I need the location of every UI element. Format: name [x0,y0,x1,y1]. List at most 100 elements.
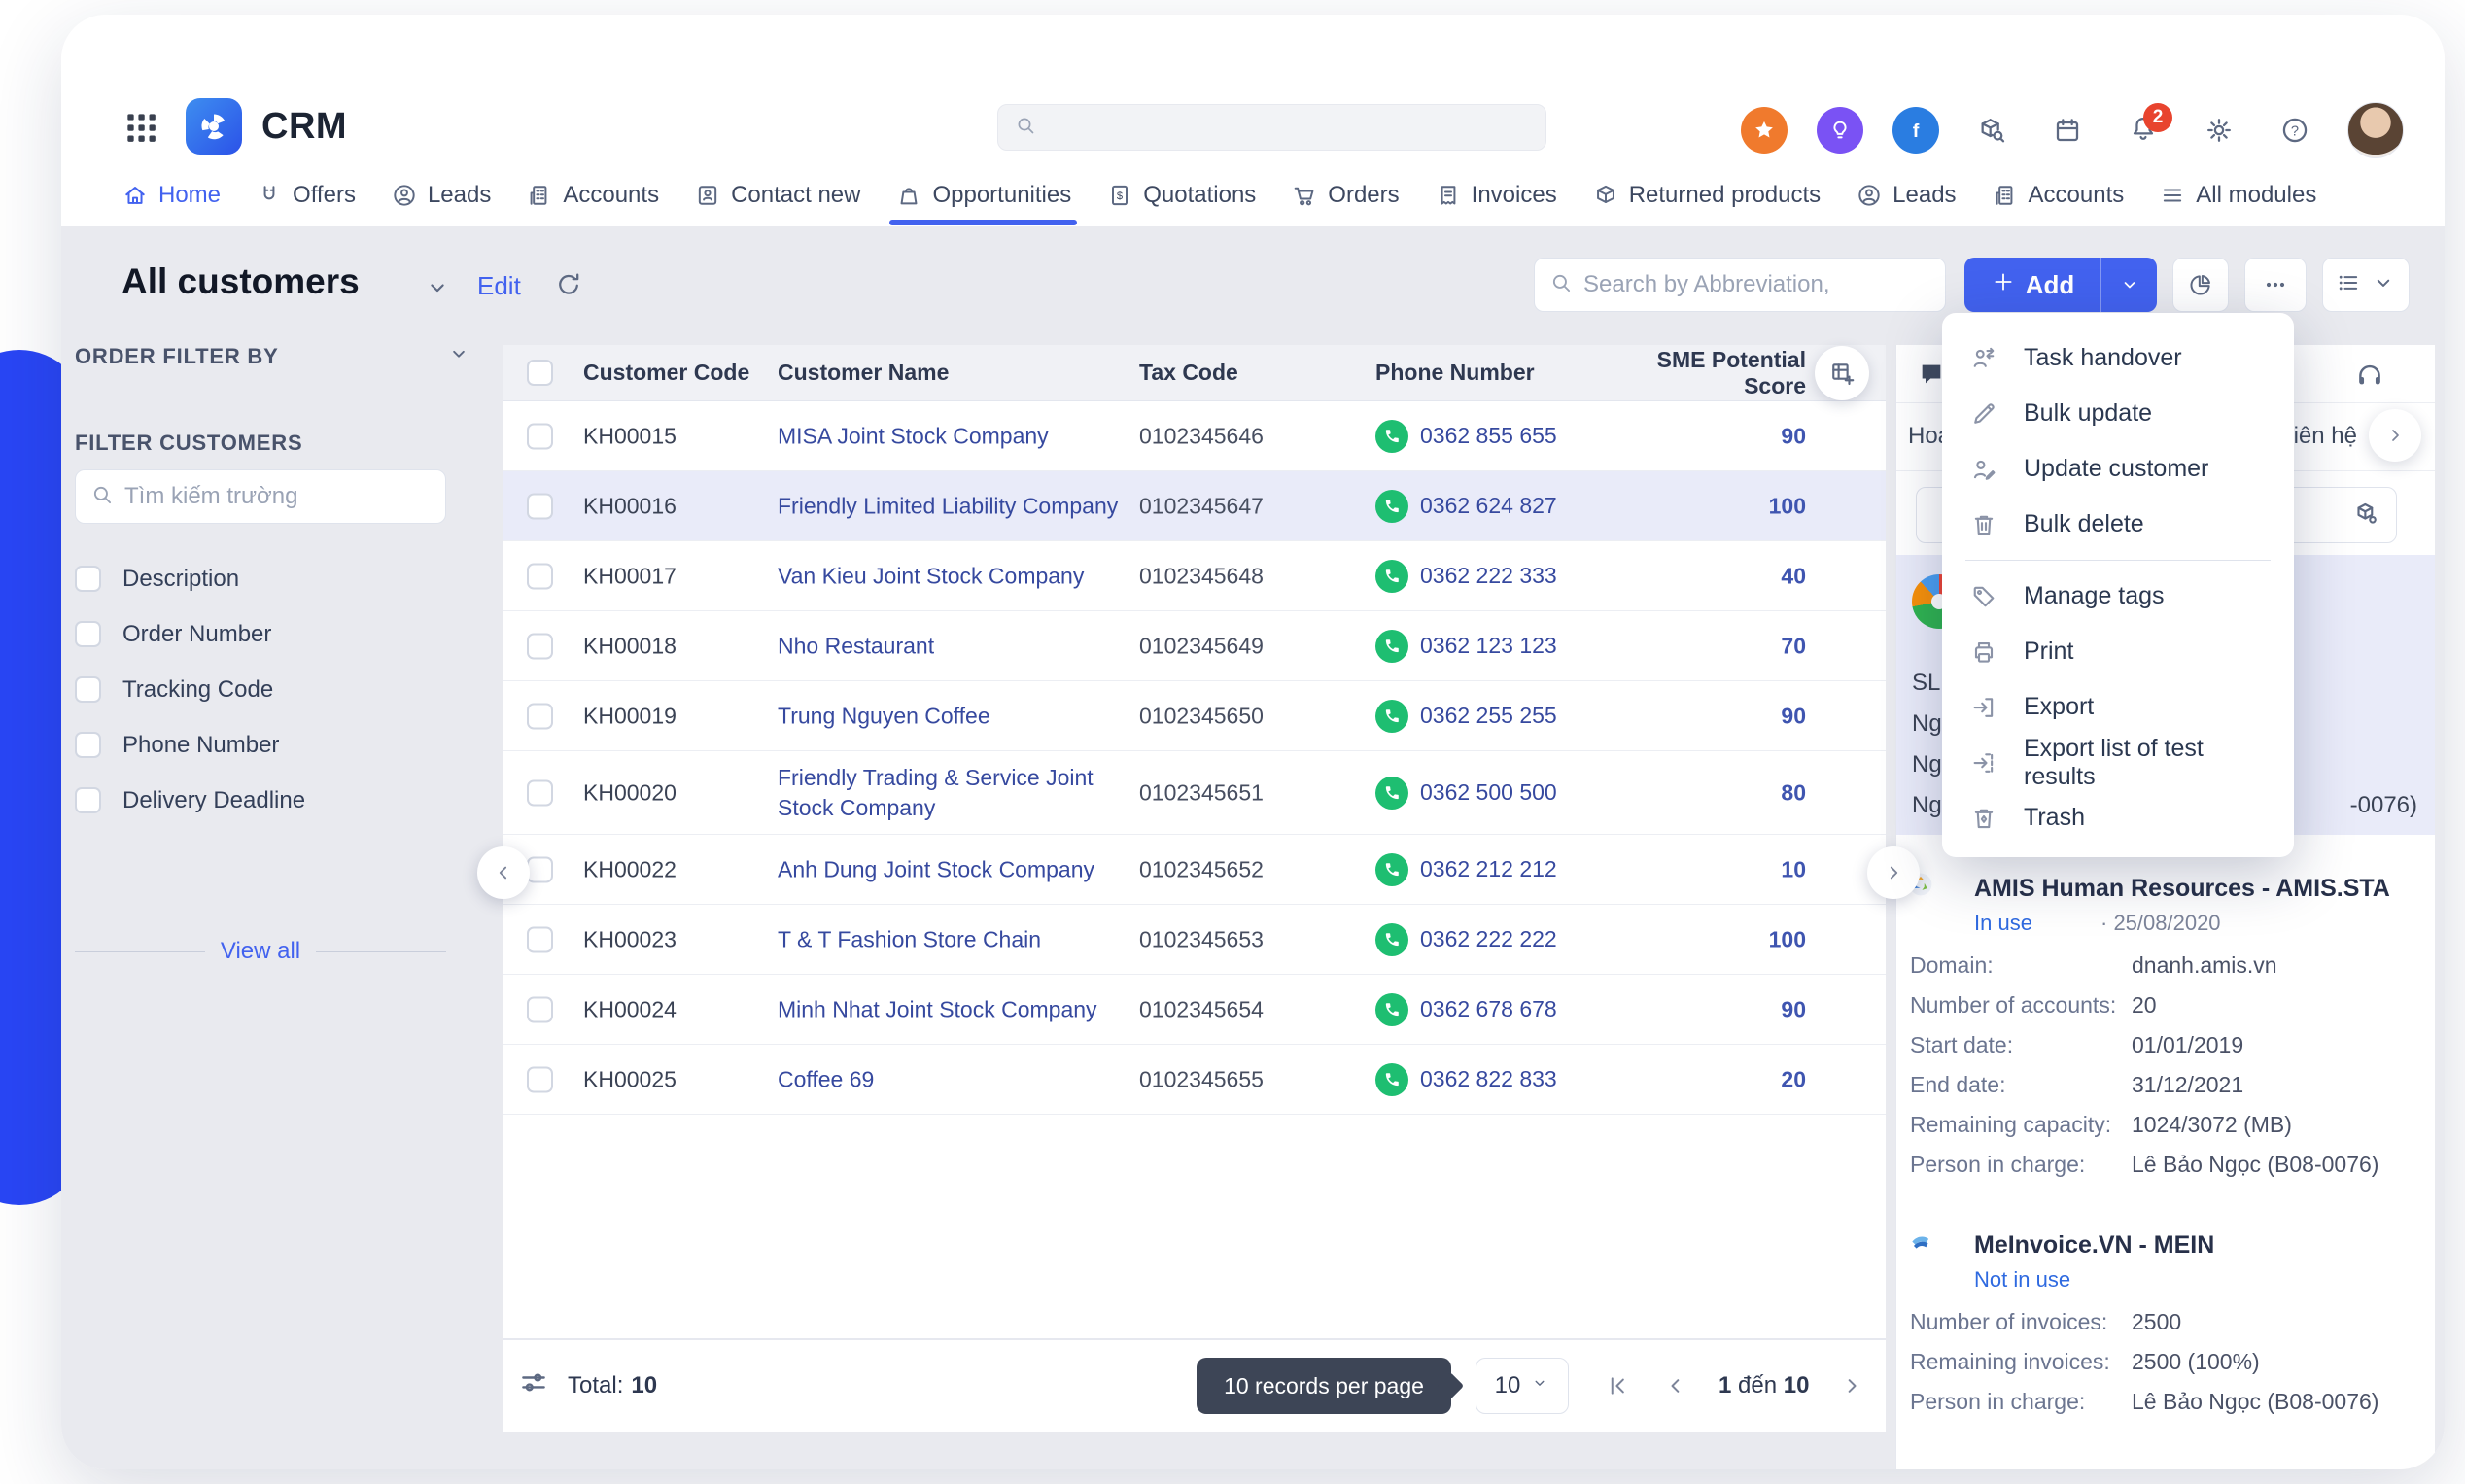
global-search-input[interactable] [997,104,1546,151]
app-status-link[interactable]: Not in use [1974,1267,2070,1293]
cell-customer-name-link[interactable]: Coffee 69 [778,1064,1124,1094]
cell-phone[interactable]: 0362 123 123 [1375,629,1557,663]
menu-item-export-list-of-test-results[interactable]: Export list of test results [1942,735,2294,790]
app-status-link[interactable]: In use [1974,911,2032,936]
report-button[interactable] [2172,258,2229,312]
cell-phone[interactable]: 0362 255 255 [1375,699,1557,733]
table-row-KH00016[interactable]: KH00016 Friendly Limited Liability Compan… [503,471,1886,541]
menu-item-export[interactable]: Export [1942,679,2294,735]
settings-button[interactable] [2196,107,2242,154]
nav-item-opportunities[interactable]: Opportunities [889,165,1077,225]
menu-item-task-handover[interactable]: Task handover [1942,330,2294,386]
view-all-link[interactable]: View all [221,938,300,965]
row-checkbox[interactable] [527,779,553,806]
filter-item-delivery-deadline[interactable]: Delivery Deadline [75,773,471,828]
row-checkbox[interactable] [527,633,553,659]
nav-item-accounts[interactable]: Accounts [526,165,659,225]
nav-item-returned-products[interactable]: Returned products [1592,165,1821,225]
edit-view-link[interactable]: Edit [477,271,521,301]
table-row-KH00018[interactable]: KH00018 Nho Restaurant 0102345649 0362 123 … [503,611,1886,681]
first-page-button[interactable] [1592,1361,1643,1411]
next-page-button[interactable] [1826,1361,1877,1411]
table-row-KH00015[interactable]: KH00015 MISA Joint Stock Company 010234564… [503,401,1886,471]
field-search-input[interactable]: Tìm kiếm trường [75,469,446,524]
col-customer-name[interactable]: Customer Name [778,360,949,386]
cell-phone[interactable]: 0362 624 827 [1375,489,1557,523]
nav-item-home[interactable]: Home [122,165,221,225]
filter-item-phone-number[interactable]: Phone Number [75,717,471,773]
list-search-input[interactable]: Search by Abbreviation, [1534,258,1946,312]
cell-phone[interactable]: 0362 222 333 [1375,559,1557,593]
table-row-KH00017[interactable]: KH00017 Van Kieu Joint Stock Company 01023… [503,541,1886,611]
nav-item-contact-new[interactable]: Contact new [694,165,860,225]
nav-item-all-modules[interactable]: All modules [2159,165,2316,225]
call-button[interactable] [1375,559,1408,593]
nav-item-orders[interactable]: Orders [1291,165,1400,225]
cell-customer-name-link[interactable]: Minh Nhat Joint Stock Company [778,994,1124,1024]
col-tax-code[interactable]: Tax Code [1139,360,1238,386]
cell-phone[interactable]: 0362 222 222 [1375,922,1557,956]
nav-item-accounts[interactable]: Accounts [1992,165,2124,225]
col-sme-score[interactable]: SME Potential Score [1602,347,1806,399]
row-checkbox[interactable] [527,856,553,882]
nav-item-invoices[interactable]: Invoices [1435,165,1557,225]
nav-item-leads[interactable]: Leads [391,165,491,225]
cell-customer-name-link[interactable]: Van Kieu Joint Stock Company [778,561,1124,591]
table-row-KH00023[interactable]: KH00023 T & T Fashion Store Chain 01023456… [503,905,1886,975]
notifications-button[interactable]: 2 [2120,103,2172,154]
cell-phone[interactable]: 0362 212 212 [1375,852,1557,886]
ideas-button[interactable] [1817,107,1863,154]
row-checkbox[interactable] [527,423,553,449]
more-actions-button[interactable] [2244,258,2307,312]
call-button[interactable] [1375,699,1408,733]
table-row-KH00019[interactable]: KH00019 Trung Nguyen Coffee 0102345650 0362… [503,681,1886,751]
filter-item-tracking-code[interactable]: Tracking Code [75,662,471,717]
add-column-button[interactable] [1815,346,1869,400]
prev-page-button[interactable] [1650,1361,1701,1411]
row-checkbox[interactable] [527,493,553,519]
cell-customer-name-link[interactable]: T & T Fashion Store Chain [778,924,1124,954]
col-phone-number[interactable]: Phone Number [1375,360,1535,386]
favorites-button[interactable] [1741,107,1788,154]
call-button[interactable] [1375,922,1408,956]
cell-customer-name-link[interactable]: Nho Restaurant [778,631,1124,661]
view-switcher-chevron[interactable] [423,273,452,307]
order-filter-section[interactable]: ORDER FILTER BY [75,341,471,372]
app-launcher-button[interactable] [122,108,158,145]
cell-customer-name-link[interactable]: Trung Nguyen Coffee [778,701,1124,731]
call-button[interactable] [1375,629,1408,663]
scroll-right-button[interactable] [1867,846,1920,899]
row-checkbox[interactable] [527,703,553,729]
call-button[interactable] [1375,852,1408,886]
cell-phone[interactable]: 0362 500 500 [1375,776,1557,810]
package-search-button[interactable] [1968,107,2015,154]
cell-customer-name-link[interactable]: Friendly Limited Liability Company [778,491,1124,521]
headphones-icon[interactable] [2353,359,2386,397]
call-button[interactable] [1375,419,1408,453]
call-button[interactable] [1375,992,1408,1026]
filter-item-order-number[interactable]: Order Number [75,606,471,662]
scroll-left-button[interactable] [477,846,530,899]
filter-item-description[interactable]: Description [75,551,471,606]
checkbox[interactable] [75,566,101,592]
cell-phone[interactable]: 0362 678 678 [1375,992,1557,1026]
menu-item-manage-tags[interactable]: Manage tags [1942,569,2294,624]
call-button[interactable] [1375,1062,1408,1096]
cell-customer-name-link[interactable]: Anh Dung Joint Stock Company [778,854,1124,884]
menu-item-print[interactable]: Print [1942,624,2294,679]
cell-customer-name-link[interactable]: MISA Joint Stock Company [778,421,1124,451]
row-checkbox[interactable] [527,926,553,952]
checkbox[interactable] [75,676,101,703]
select-all-checkbox[interactable] [527,360,553,386]
row-checkbox[interactable] [527,996,553,1022]
calendar-button[interactable] [2044,107,2091,154]
nav-item-quotations[interactable]: $ Quotations [1106,165,1256,225]
table-row-KH00022[interactable]: KH00022 Anh Dung Joint Stock Company 01023… [503,835,1886,905]
row-checkbox[interactable] [527,563,553,589]
user-avatar[interactable] [2347,102,2404,158]
nav-item-leads[interactable]: Leads [1856,165,1957,225]
menu-item-bulk-update[interactable]: Bulk update [1942,386,2294,441]
call-button[interactable] [1375,776,1408,810]
facebook-button[interactable]: f [1892,107,1939,154]
add-button[interactable]: Add [1964,258,2157,312]
